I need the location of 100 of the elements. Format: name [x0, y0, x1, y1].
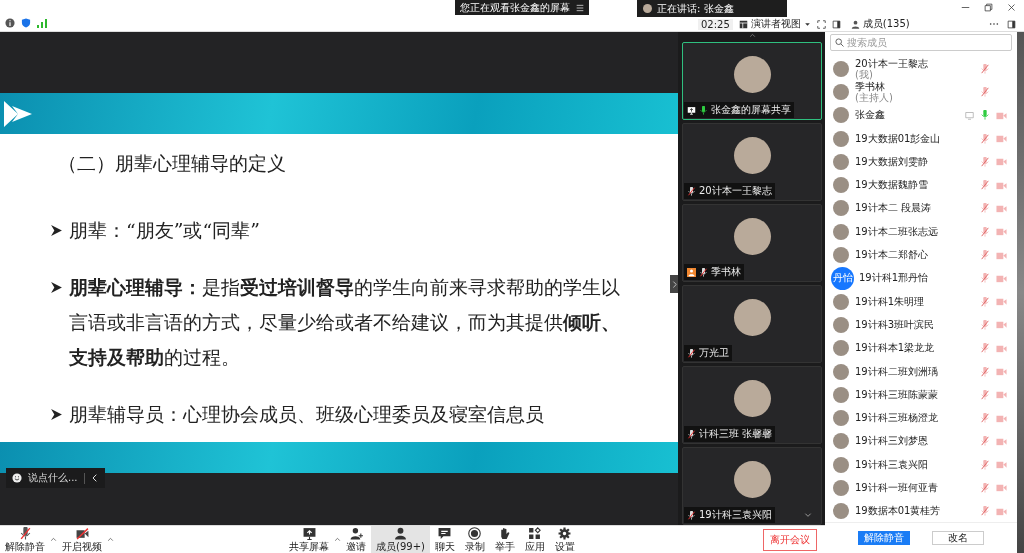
- sidebar-icon[interactable]: [831, 19, 841, 29]
- participant-name: 19大数据刘雯静: [855, 154, 929, 169]
- participant-row[interactable]: 19计科三袁兴阳: [825, 453, 1017, 477]
- avatar-placeholder: [833, 433, 849, 450]
- toolbar-button[interactable]: 开启视频: [57, 526, 107, 553]
- speaker-view-button[interactable]: 演讲者视图: [738, 17, 811, 31]
- participant-name: 19计科三刘梦恩: [855, 434, 929, 449]
- bullet-text: 朋辈辅导员：心理协会成员、班级心理委员及寝室信息员: [69, 402, 544, 427]
- screen-share-icon: [687, 105, 696, 115]
- video-off-icon: [75, 527, 89, 540]
- participant-row[interactable]: 19大数据魏静雪: [825, 173, 1017, 197]
- toolbar-button[interactable]: 聊天: [429, 526, 460, 553]
- participant-name: 19计本二郑舒心: [855, 248, 929, 262]
- avatar-placeholder: [833, 386, 849, 403]
- rename-button[interactable]: 改名: [932, 531, 984, 545]
- participant-name: 19计科1邢丹怡: [859, 271, 930, 286]
- unmute-all-button[interactable]: 解除静音: [858, 531, 910, 545]
- participant-row[interactable]: 19计科一班何亚青: [825, 476, 1017, 500]
- search-icon: [835, 38, 844, 47]
- leave-meeting-button[interactable]: 离开会议: [763, 528, 817, 551]
- participant-name: 19数据本01黄桂芳: [855, 504, 942, 519]
- toolbar-button[interactable]: 设置: [549, 526, 580, 553]
- avatar-placeholder: [833, 247, 849, 263]
- meeting-timer: 02:25: [698, 18, 733, 30]
- muted-microphone-icon: [687, 348, 696, 358]
- scrollbar[interactable]: [1017, 32, 1024, 553]
- caret-icon[interactable]: [50, 536, 57, 543]
- participant-name: 季书林: [711, 265, 741, 279]
- avatar-placeholder: [833, 480, 849, 496]
- participant-row[interactable]: 19计科三班杨澄龙: [825, 406, 1017, 430]
- participant-row[interactable]: 19数据本01黄桂芳: [825, 499, 1017, 522]
- record-icon: [468, 527, 482, 540]
- avatar-placeholder: [733, 137, 771, 174]
- participant-row[interactable]: 19计科二班刘洲瑀: [825, 359, 1017, 384]
- toolbar-button[interactable]: 成员(99+): [371, 526, 430, 553]
- signal-icon: [37, 18, 47, 28]
- emoji-icon[interactable]: [12, 473, 22, 483]
- participant-row[interactable]: 丹怡 19计科1邢丹怡: [825, 266, 1017, 290]
- bullet-arrow-icon: [50, 281, 63, 294]
- video-tile[interactable]: 万光卫: [682, 285, 822, 363]
- participant-row[interactable]: 19计本二郑舒心: [825, 243, 1017, 267]
- chat-input[interactable]: 说点什么...: [6, 468, 105, 488]
- muted-microphone-icon: [687, 186, 696, 196]
- avatar-placeholder: [833, 316, 849, 333]
- viewing-text: 您正在观看张金鑫的屏幕: [460, 0, 570, 15]
- participant-row[interactable]: 19计科3班叶滨民: [825, 313, 1017, 337]
- members-button[interactable]: 成员(135): [850, 17, 910, 31]
- participant-row[interactable]: 19计科三班陈蒙蒙: [825, 383, 1017, 407]
- restore-icon[interactable]: [984, 3, 993, 12]
- participant-name: 季书林: [855, 80, 886, 92]
- video-tile[interactable]: 计科三班 张馨馨: [682, 366, 822, 444]
- collapse-icon[interactable]: [90, 474, 99, 482]
- caret-icon[interactable]: [107, 536, 114, 543]
- participant-name: 19计科三袁兴阳: [699, 508, 772, 522]
- toolbar-button[interactable]: 邀请: [341, 526, 371, 553]
- avatar-placeholder: [733, 56, 771, 93]
- participant-name: 20计本一王黎志: [699, 184, 772, 198]
- bullet-arrow-icon: [50, 224, 63, 237]
- participant-name: 张金鑫的屏幕共享: [711, 103, 791, 117]
- toolbar-button[interactable]: 举手: [489, 526, 520, 553]
- shield-icon[interactable]: [21, 18, 31, 28]
- participant-row[interactable]: 19计科1朱明理: [825, 289, 1017, 314]
- toolbar-button[interactable]: 共享屏幕: [284, 526, 334, 553]
- participant-role: (我): [855, 68, 873, 80]
- close-icon[interactable]: [1007, 3, 1016, 12]
- video-tile[interactable]: 季书林: [682, 204, 822, 282]
- toolbar-button[interactable]: 录制: [459, 526, 490, 553]
- layout-icon[interactable]: [576, 3, 584, 12]
- participant-name: 万光卫: [699, 346, 729, 360]
- avatar-placeholder: [833, 340, 849, 357]
- sidebar-icon[interactable]: [1007, 19, 1016, 29]
- caret-icon[interactable]: [334, 536, 341, 543]
- collapse-handle[interactable]: [670, 275, 678, 293]
- participant-row[interactable]: 20计本一王黎志 (我): [825, 57, 1017, 81]
- video-tile[interactable]: 张金鑫的屏幕共享: [682, 42, 822, 120]
- participant-row[interactable]: 19计本二 段晨涛: [825, 196, 1017, 221]
- toolbar-button[interactable]: 解除静音: [0, 526, 50, 553]
- participant-row[interactable]: 张金鑫: [825, 103, 1017, 127]
- avatar-placeholder: [643, 4, 652, 13]
- participant-row[interactable]: 19大数据01彭金山: [825, 126, 1017, 151]
- participant-name: 张金鑫: [855, 108, 886, 123]
- participant-row[interactable]: 19计本二班张志远: [825, 220, 1017, 244]
- avatar-placeholder: [833, 503, 849, 520]
- video-tile[interactable]: 20计本一王黎志: [682, 123, 822, 201]
- fullscreen-icon[interactable]: [816, 19, 826, 29]
- participant-row[interactable]: 季书林 (主持人): [825, 80, 1017, 104]
- video-tile[interactable]: 19计科三袁兴阳: [682, 447, 822, 525]
- participant-row[interactable]: 19计科本1梁龙龙: [825, 336, 1017, 360]
- participant-row[interactable]: 19大数据刘雯静: [825, 150, 1017, 174]
- participant-row[interactable]: 19计科三刘梦恩: [825, 429, 1017, 454]
- avatar-placeholder: [733, 380, 771, 417]
- scroll-up-icon[interactable]: [747, 32, 757, 39]
- scroll-down-icon[interactable]: [803, 511, 813, 519]
- toolbar-button[interactable]: 应用: [519, 526, 550, 553]
- microphone-icon: [699, 105, 708, 115]
- muted-microphone-icon: [699, 267, 708, 277]
- avatar-placeholder: [833, 223, 849, 240]
- speaker-text: 正在讲话: 张金鑫: [657, 1, 734, 16]
- info-icon[interactable]: [5, 18, 15, 28]
- apps-icon: [528, 527, 542, 540]
